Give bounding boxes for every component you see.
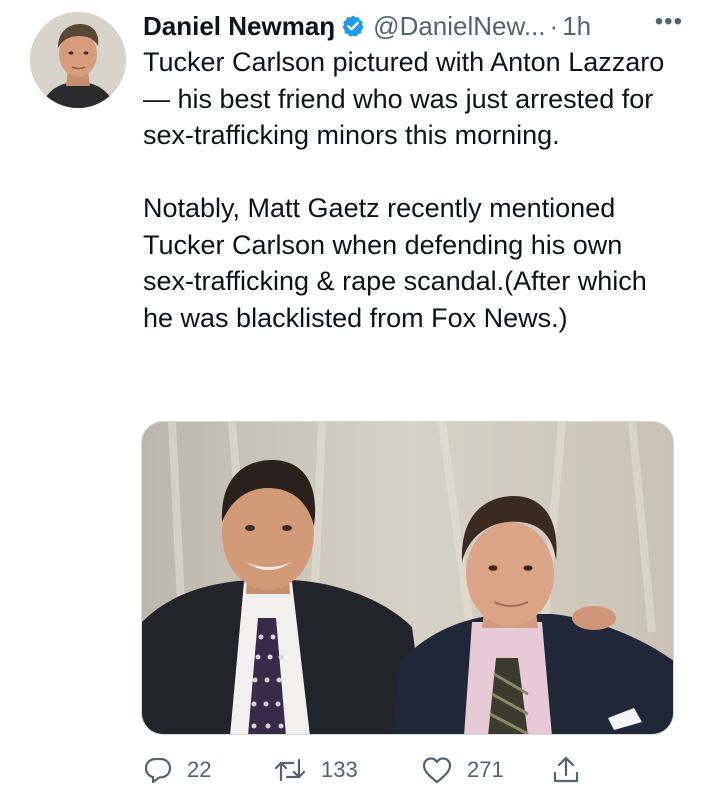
share-icon <box>553 756 579 783</box>
author-handle[interactable]: @DanielNew... <box>373 11 545 42</box>
like-count: 271 <box>467 757 504 782</box>
like-button[interactable]: 271 <box>421 752 504 788</box>
more-icon[interactable]: ••• <box>655 8 683 36</box>
reply-count: 22 <box>187 757 212 782</box>
tweet-timestamp[interactable]: 1h <box>562 11 591 42</box>
tweet-header: Daniel Newmaŋ @DanielNew... · 1h <box>143 8 683 44</box>
tweet-card[interactable]: Daniel Newmaŋ @DanielNew... · 1h ••• Tuc… <box>0 0 705 800</box>
heart-icon <box>422 757 452 784</box>
share-button[interactable] <box>551 752 581 788</box>
verified-badge-icon <box>342 15 364 37</box>
author-name[interactable]: Daniel Newmaŋ <box>143 11 335 42</box>
retweet-count: 133 <box>321 757 358 782</box>
tweet-actions: 22 133 271 <box>143 752 603 788</box>
reply-icon <box>144 757 172 784</box>
reply-button[interactable]: 22 <box>143 752 211 788</box>
avatar[interactable] <box>30 12 126 108</box>
retweet-icon <box>274 758 306 782</box>
tweet-photo[interactable] <box>141 421 674 735</box>
tweet-paragraph-1: Tucker Carlson pictured with Anton Lazza… <box>143 47 665 150</box>
tweet-paragraph-2: Notably, Matt Gaetz recently mentioned T… <box>143 193 647 333</box>
retweet-button[interactable]: 133 <box>273 752 358 788</box>
meta-separator: · <box>549 10 559 41</box>
tweet-text: Tucker Carlson pictured with Anton Lazza… <box>143 44 678 336</box>
